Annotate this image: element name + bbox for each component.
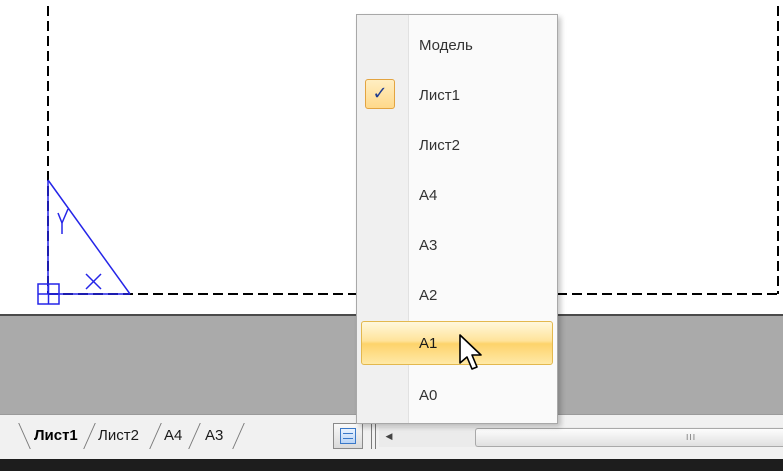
menu-item-label: A1 bbox=[419, 335, 438, 352]
menu-item-a1[interactable]: A1 bbox=[361, 321, 553, 365]
menu-item-label: Лист1 bbox=[419, 87, 460, 104]
horizontal-scrollbar[interactable]: ◀ III bbox=[379, 427, 783, 447]
tab-separator bbox=[232, 423, 245, 449]
menu-item-list2[interactable]: Лист2 bbox=[357, 121, 557, 171]
menu-item-model[interactable]: Модель bbox=[357, 21, 557, 71]
menu-item-a3[interactable]: A3 bbox=[357, 221, 557, 271]
menu-item-label: A0 bbox=[419, 387, 438, 404]
tab-a4[interactable]: A4 bbox=[160, 425, 186, 447]
sheet-list-button[interactable] bbox=[333, 423, 363, 449]
menu-item-label: A3 bbox=[419, 237, 438, 254]
tab-list1[interactable]: Лист1 bbox=[30, 425, 82, 447]
sheet-list-menu: ✓ Модель Лист1 Лист2 A4 A3 A2 A1 A0 bbox=[356, 14, 558, 424]
autocad-layout-view: Лист1 Лист2 A4 A3 ◀ III ✓ Модель Лист1 Л… bbox=[0, 0, 783, 471]
menu-item-label: Модель bbox=[419, 37, 473, 54]
menu-item-list1[interactable]: Лист1 bbox=[357, 71, 557, 121]
menu-item-a4[interactable]: A4 bbox=[357, 171, 557, 221]
menu-item-label: A4 bbox=[419, 187, 438, 204]
tab-separator bbox=[18, 423, 31, 449]
ucs-icon[interactable] bbox=[37, 179, 131, 305]
tab-separator bbox=[188, 423, 201, 449]
status-strip bbox=[0, 459, 783, 471]
scroll-left-arrow-icon[interactable]: ◀ bbox=[379, 427, 399, 447]
tab-scroll-splitter[interactable] bbox=[371, 423, 376, 449]
mouse-pointer-icon bbox=[459, 334, 482, 370]
tab-list2[interactable]: Лист2 bbox=[94, 425, 143, 447]
menu-item-a2[interactable]: A2 bbox=[357, 271, 557, 321]
sheet-list-icon bbox=[340, 428, 356, 444]
menu-item-label: A2 bbox=[419, 287, 438, 304]
scrollbar-thumb[interactable]: III bbox=[475, 428, 783, 447]
menu-item-label: Лист2 bbox=[419, 137, 460, 154]
menu-item-a0[interactable]: A0 bbox=[357, 371, 557, 421]
scrollbar-grip-icon: III bbox=[686, 433, 697, 442]
tab-a3[interactable]: A3 bbox=[201, 425, 227, 447]
